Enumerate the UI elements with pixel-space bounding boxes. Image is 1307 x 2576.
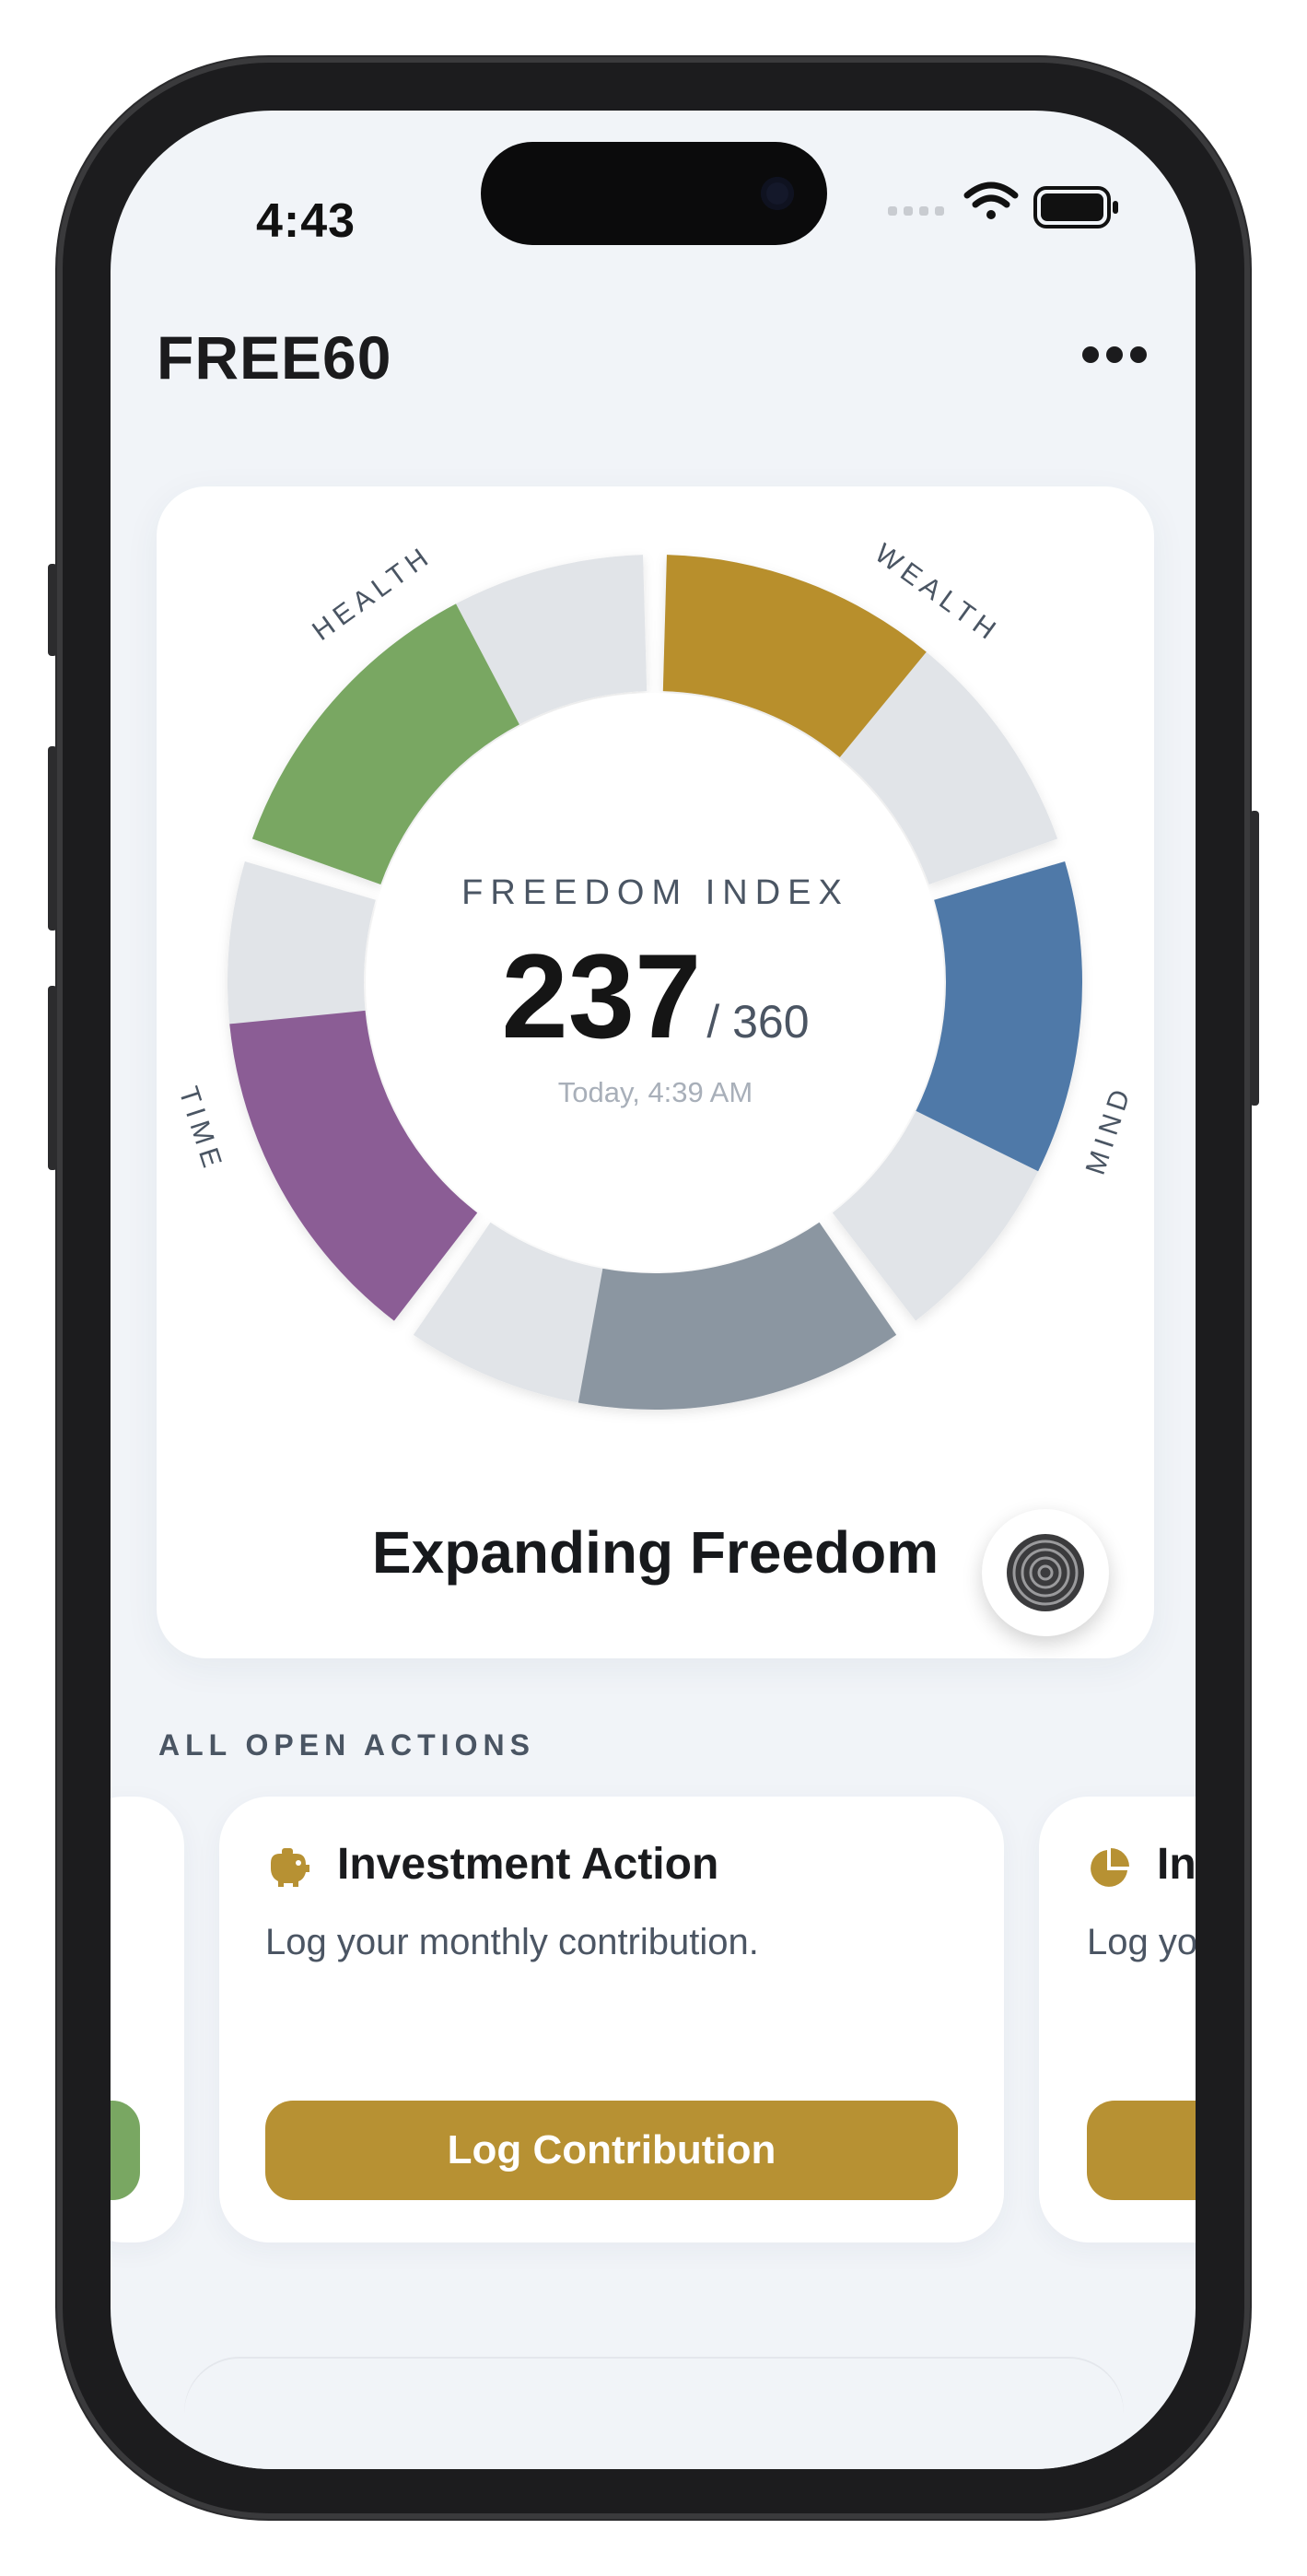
piggy-bank-icon	[271, 1848, 309, 1887]
dynamic-island	[481, 142, 827, 245]
freedom-index-label: FREEDOM INDEX	[461, 873, 849, 912]
previous-action-button[interactable]	[111, 2101, 140, 2200]
score-value: 237	[501, 929, 702, 1063]
power-button	[1250, 811, 1259, 1106]
pie-chart-icon	[1091, 1848, 1129, 1887]
score-max: / 360	[706, 996, 810, 1048]
next-action-button[interactable]	[1087, 2101, 1196, 2200]
log-contribution-button[interactable]: Log Contribution	[265, 2101, 958, 2200]
status-icons	[888, 181, 1118, 228]
open-actions-label: ALL OPEN ACTIONS	[158, 1728, 535, 1762]
freedom-score: 237/ 360	[157, 927, 1154, 1065]
action-card-previous[interactable]	[111, 1797, 184, 2242]
action-card-next[interactable]: Inv Log you	[1039, 1797, 1196, 2242]
action-title: Investment Action	[337, 1840, 719, 1889]
next-section-peek	[184, 2359, 1124, 2469]
next-action-title: Inv	[1157, 1840, 1196, 1889]
concentric-rings-icon	[1007, 1534, 1084, 1611]
app-screen: 4:43 FREE60 WEALTHMINDSPACETIMEHEALTH	[111, 111, 1196, 2469]
status-time: 4:43	[256, 194, 356, 248]
ellipsis-icon[interactable]	[1078, 341, 1151, 369]
action-description: Log your monthly contribution.	[265, 1922, 759, 1962]
battery-icon	[1033, 186, 1118, 228]
history-button[interactable]	[982, 1509, 1109, 1636]
volume-up-button	[48, 746, 57, 931]
camera-icon	[761, 177, 794, 210]
freedom-index-card: WEALTHMINDSPACETIMEHEALTH FREEDOM INDEX …	[157, 486, 1154, 1658]
score-timestamp: Today, 4:39 AM	[557, 1076, 753, 1108]
wifi-icon	[963, 181, 1019, 219]
next-action-description: Log you	[1087, 1922, 1196, 1962]
volume-down-button	[48, 986, 57, 1170]
app-title: FREE60	[157, 323, 392, 392]
action-card-investment[interactable]: Investment Action Log your monthly contr…	[219, 1797, 1004, 2242]
cellular-signal-icon	[888, 206, 944, 216]
action-button	[48, 564, 57, 656]
